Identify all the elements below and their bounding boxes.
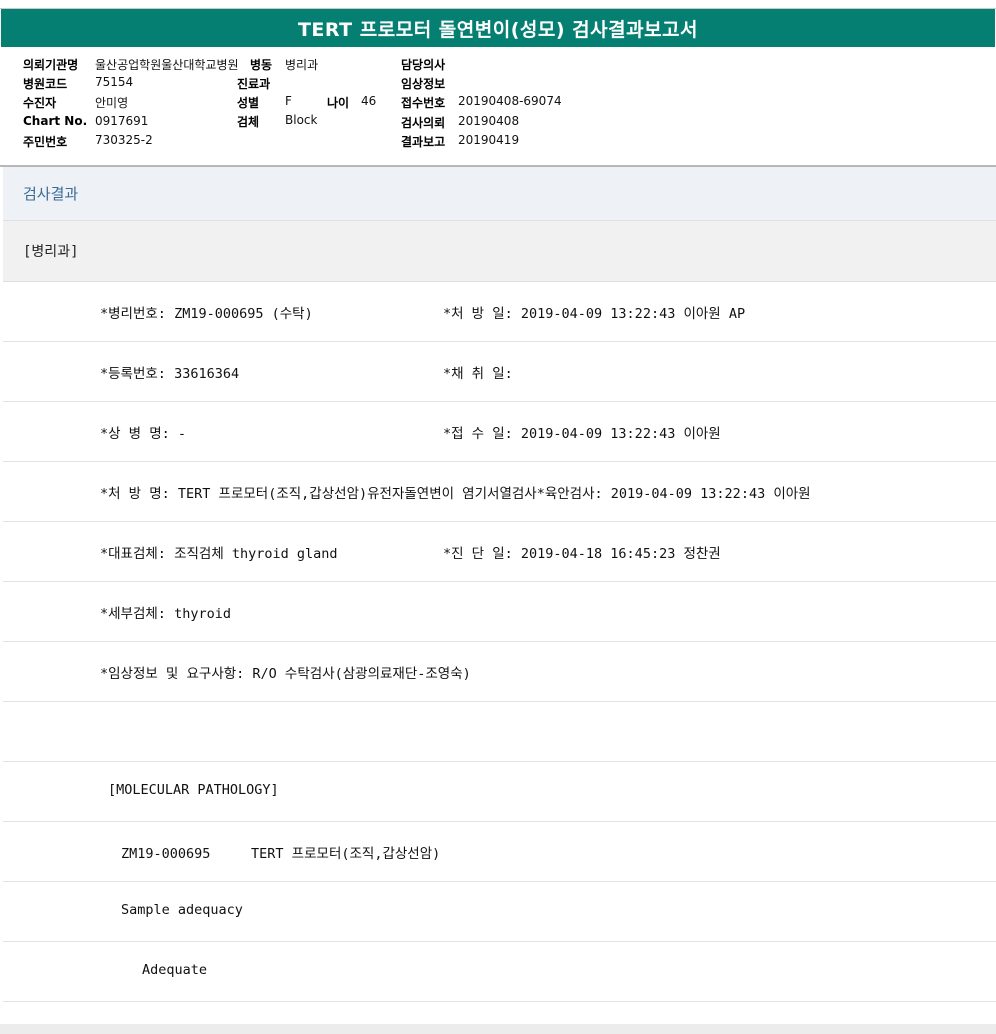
hospital-code-value: 75154	[95, 75, 134, 89]
reported-label: 결과보고	[401, 135, 446, 149]
specimen-label: 검체	[237, 115, 260, 129]
result-row: Adequate	[3, 942, 996, 1002]
result-row: *병리번호: ZM19-000695 (수탁) *처 방 일: 2019-04-…	[3, 282, 996, 342]
result-row-left: *임상정보 및 요구사항: R/O 수탁검사(삼광의료재단-조영숙)	[100, 666, 471, 682]
result-row-left: *대표검체: 조직검체 thyroid gland	[100, 546, 338, 562]
result-row-left: *세부검체: thyroid	[100, 606, 231, 622]
result-row: *상 병 명: - *접 수 일: 2019-04-09 13:22:43 이아…	[3, 402, 996, 462]
result-row: ZM19-000695 TERT 프로모터(조직,갑상선암)	[3, 822, 996, 882]
result-row	[3, 702, 996, 762]
result-row-left: *등록번호: 33616364	[100, 366, 240, 382]
result-row: *처 방 명: TERT 프로모터(조직,갑상선암)유전자돌연변이 염기서열검사…	[3, 462, 996, 522]
resident-number-value: 730325-2	[95, 133, 153, 147]
institution-value: 울산공업학원울산대학교병원	[95, 58, 239, 72]
specimen-value: Block	[285, 113, 318, 127]
result-row-left: Sample adequacy	[121, 902, 243, 918]
requested-label: 검사의뢰	[401, 116, 446, 130]
result-row-left: *병리번호: ZM19-000695 (수탁)	[100, 306, 313, 322]
result-row: *세부검체: thyroid	[3, 582, 996, 642]
top-strip	[0, 0, 996, 9]
result-row-right: *진 단 일: 2019-04-18 16:45:23 정찬권	[443, 546, 721, 562]
results-section-title: 검사결과	[23, 185, 79, 203]
results-list: *병리번호: ZM19-000695 (수탁) *처 방 일: 2019-04-…	[0, 282, 996, 1002]
department-label: 진료과	[237, 77, 271, 91]
department-row: [병리과]	[3, 221, 996, 282]
age-label: 나이	[327, 96, 350, 110]
result-row: Sample adequacy	[3, 882, 996, 942]
sex-label: 성별	[237, 96, 260, 110]
result-row: *대표검체: 조직검체 thyroid gland *진 단 일: 2019-0…	[3, 522, 996, 582]
resident-number-label: 주민번호	[23, 135, 68, 149]
ward-value: 병리과	[285, 58, 319, 72]
report-title: TERT 프로모터 돌연변이(성모) 검사결과보고서	[297, 18, 699, 41]
result-row-right: *채 취 일:	[443, 366, 513, 382]
footer-strip	[0, 1024, 996, 1034]
ward-label: 병동	[250, 58, 273, 72]
report-title-bar: TERT 프로모터 돌연변이(성모) 검사결과보고서	[1, 9, 995, 47]
recipient-value: 안미영	[95, 96, 129, 110]
sex-value: F	[285, 94, 292, 108]
result-row-left: [MOLECULAR PATHOLOGY]	[108, 782, 279, 798]
result-row-left: Adequate	[142, 962, 208, 978]
results-section-header: 검사결과	[3, 167, 996, 221]
patient-info-block: 의뢰기관명 울산공업학원울산대학교병원 병동 병리과 담당의사 병원코드 751…	[0, 47, 996, 167]
result-row-left: *처 방 명: TERT 프로모터(조직,갑상선암)유전자돌연변이 염기서열검사…	[100, 486, 811, 502]
clinical-info-label: 임상정보	[401, 77, 446, 91]
result-row-right: *접 수 일: 2019-04-09 13:22:43 이아원	[443, 426, 721, 442]
result-row: *등록번호: 33616364 *채 취 일:	[3, 342, 996, 402]
institution-label: 의뢰기관명	[23, 58, 79, 72]
requested-value: 20190408	[458, 114, 520, 128]
recipient-label: 수진자	[23, 96, 57, 110]
doctor-label: 담당의사	[401, 58, 446, 72]
reported-value: 20190419	[458, 133, 520, 147]
age-value: 46	[361, 94, 377, 108]
accession-value: 20190408-69074	[458, 94, 562, 108]
result-row-left: ZM19-000695 TERT 프로모터(조직,갑상선암)	[121, 846, 441, 862]
accession-label: 접수번호	[401, 96, 446, 110]
chart-number-label: Chart No.	[23, 114, 88, 128]
result-row-left: *상 병 명: -	[100, 426, 187, 442]
department-name: [병리과]	[23, 244, 79, 260]
result-row-right: *처 방 일: 2019-04-09 13:22:43 이아원 AP	[443, 306, 746, 322]
result-row: *임상정보 및 요구사항: R/O 수탁검사(삼광의료재단-조영숙)	[3, 642, 996, 702]
chart-number-value: 0917691	[95, 114, 149, 128]
hospital-code-label: 병원코드	[23, 77, 68, 91]
result-row: [MOLECULAR PATHOLOGY]	[3, 762, 996, 822]
